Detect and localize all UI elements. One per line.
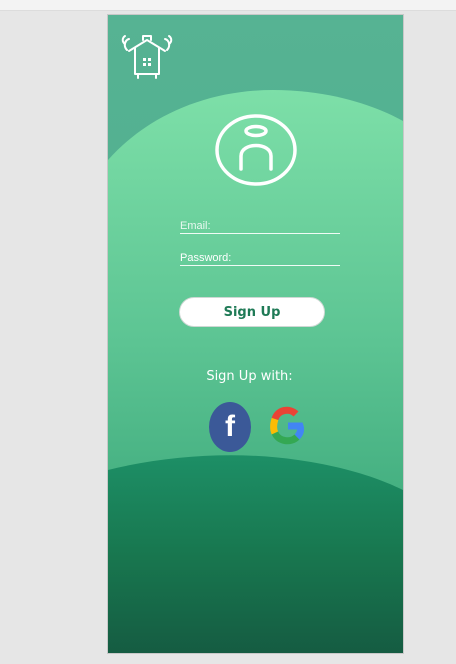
sign-up-with-label: Sign Up with: [206,369,293,384]
window-top-bar [0,0,456,11]
email-field[interactable]: Email: [180,217,340,234]
background-waves [108,15,403,653]
facebook-icon[interactable]: f [209,402,251,452]
app-screen: Email: Password: Sign Up Sign Up with: f [108,15,403,653]
email-label: Email: [180,220,211,232]
user-avatar-icon [215,114,297,186]
house-shop-icon [121,35,173,79]
password-field[interactable]: Password: [180,249,340,266]
sign-up-button[interactable]: Sign Up [179,297,325,327]
password-label: Password: [180,252,232,264]
facebook-letter: f [225,410,235,443]
google-icon[interactable] [270,405,304,445]
